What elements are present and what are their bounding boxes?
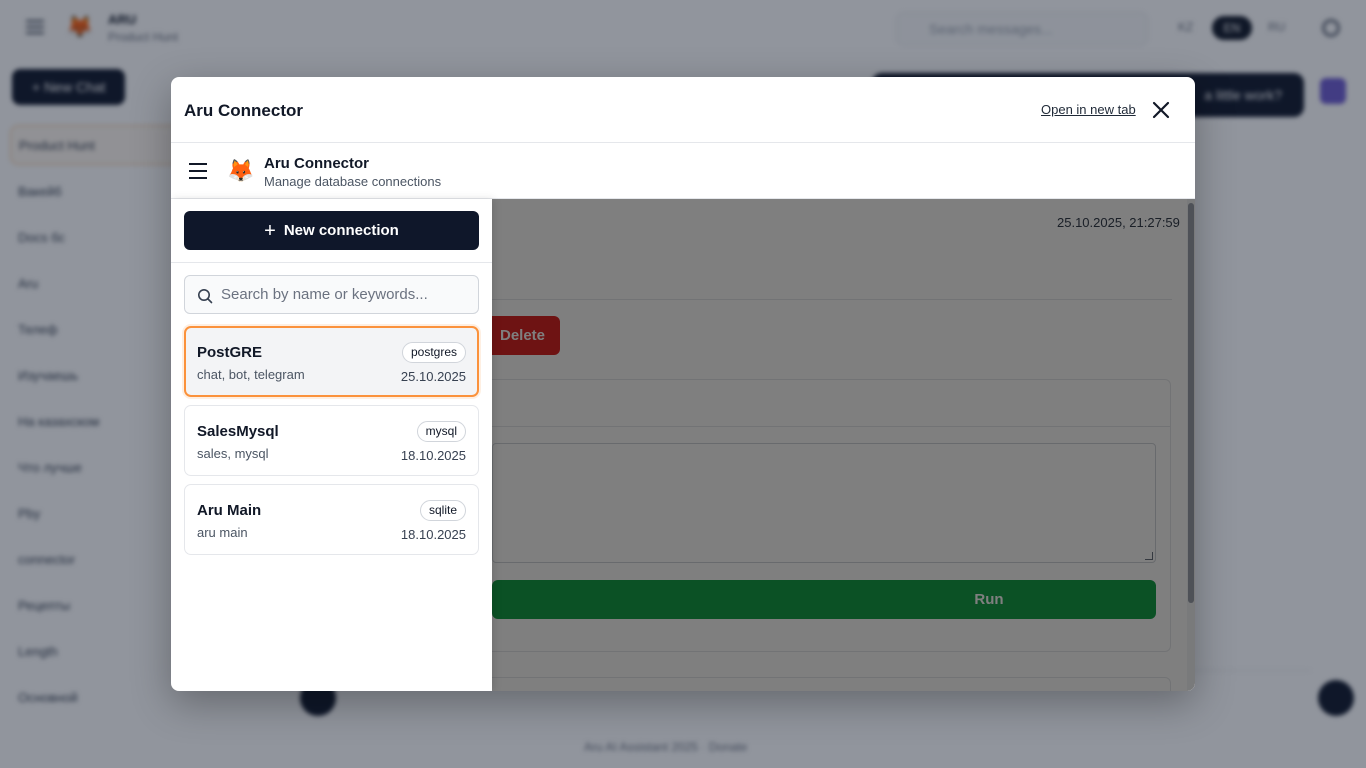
hamburger-icon [189, 163, 207, 165]
connections-drawer: + New connection PostGRE chat, bot, tele… [171, 199, 492, 691]
connection-type-badge: mysql [416, 421, 466, 442]
new-connection-button[interactable]: + New connection [184, 211, 479, 250]
connector-app-subtitle: Manage database connections [264, 174, 442, 189]
modal-header: Aru Connector Open in new tab [171, 77, 1195, 143]
connection-tags: chat, bot, telegram [197, 367, 305, 382]
connection-item-postgre[interactable]: PostGRE chat, bot, telegram postgres 25.… [184, 326, 479, 397]
connection-item-salesmysql[interactable]: SalesMysql sales, mysql mysql 18.10.2025 [184, 405, 479, 476]
hamburger-icon [189, 170, 207, 172]
connection-search-input[interactable] [221, 276, 471, 313]
hamburger-icon [189, 177, 207, 179]
connection-date: 18.10.2025 [400, 527, 466, 542]
modal-body: 🦊 Aru Connector Manage database connecti… [171, 143, 1195, 691]
connection-item-aru-main[interactable]: Aru Main aru main sqlite 18.10.2025 [184, 484, 479, 555]
connection-name: Aru Main [197, 502, 262, 519]
connection-name: PostGRE [197, 344, 263, 361]
plus-icon: + [264, 219, 276, 242]
connector-modal: Aru Connector Open in new tab 🦊 Aru Conn… [171, 77, 1195, 691]
connection-date: 25.10.2025 [400, 369, 466, 384]
drawer-divider [171, 262, 492, 263]
fox-logo-icon: 🦊 [227, 158, 255, 183]
close-button[interactable] [1149, 98, 1173, 122]
connector-app-header: 🦊 Aru Connector Manage database connecti… [171, 143, 1195, 199]
new-connection-label: New connection [283, 222, 399, 239]
connection-tags: sales, mysql [197, 446, 269, 461]
search-icon [198, 289, 213, 304]
connector-app-title: Aru Connector [264, 155, 369, 172]
open-in-new-tab-link[interactable]: Open in new tab [1041, 102, 1136, 117]
connection-type-badge: postgres [401, 342, 466, 363]
connection-tags: aru main [197, 525, 248, 540]
connection-search [184, 275, 479, 314]
connection-date: 18.10.2025 [400, 448, 466, 463]
connection-type-badge: sqlite [419, 500, 466, 521]
modal-title: Aru Connector [184, 101, 303, 120]
menu-toggle-button[interactable] [189, 163, 207, 179]
connection-name: SalesMysql [197, 423, 279, 440]
close-icon [1152, 101, 1170, 119]
